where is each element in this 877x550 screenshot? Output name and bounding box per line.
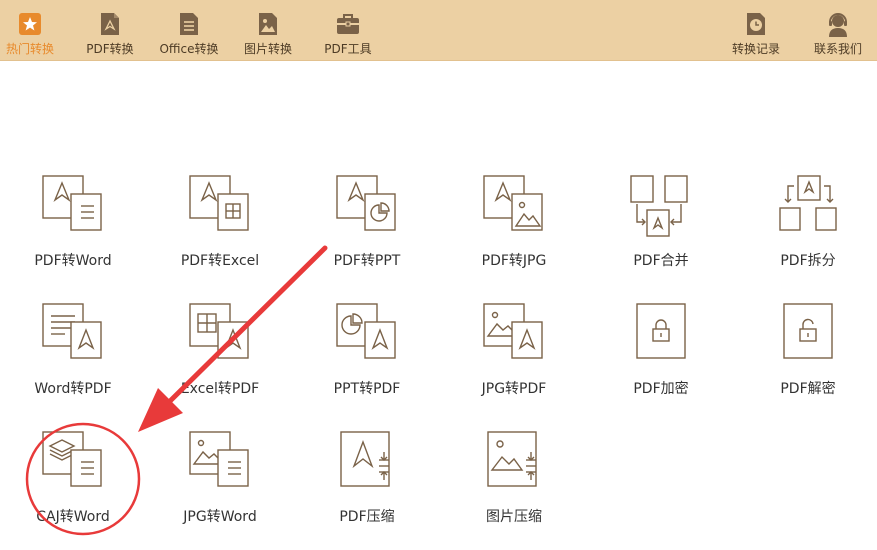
pdf-to-jpg-icon [483,175,543,231]
pdf-to-word-icon [42,175,102,231]
ppt-to-pdf-icon [336,303,396,359]
tile-label: PDF拆分 [780,253,836,269]
unlock-icon [783,303,833,359]
nav-image-conversion[interactable]: 图片转换 [240,0,296,60]
tile-label: PDF解密 [780,381,836,397]
nav-label: 热门转换 [5,42,54,56]
pdf-split-icon [779,175,837,231]
tile-pdf-encrypt[interactable]: PDF加密 [601,302,721,422]
nav-pdf-conversion[interactable]: PDF转换 [82,0,138,60]
top-nav-bar: 热门转换 PDF转换 Office转换 图片转换 PDF工具 转换记录 联系我们 [0,0,877,61]
tile-label: Word转PDF [34,381,112,397]
headset-icon [829,13,847,37]
tile-pdf-to-ppt[interactable]: PDF转PPT [307,174,427,294]
tile-pdf-compress[interactable]: PDF压缩 [307,430,427,550]
word-to-pdf-icon [42,303,102,359]
tile-pdf-to-jpg[interactable]: PDF转JPG [454,174,574,294]
tile-jpg-to-word[interactable]: JPG转Word [160,430,280,550]
star-icon [19,13,41,35]
tile-label: PPT转PDF [333,381,401,397]
lock-icon [636,303,686,359]
pdf-to-ppt-icon [336,175,396,231]
pdf-file-icon [101,13,119,35]
tile-label: JPG转PDF [481,381,547,397]
tile-label: PDF转JPG [481,253,547,269]
document-icon [180,13,198,35]
pdf-to-excel-icon [189,175,249,231]
jpg-to-pdf-icon [483,303,543,359]
tile-image-compress[interactable]: 图片压缩 [454,430,574,550]
clock-icon [747,13,765,35]
tile-label: 图片压缩 [486,509,542,525]
tile-pdf-to-excel[interactable]: PDF转Excel [160,174,280,294]
pdf-compress-icon [340,431,390,487]
tile-ppt-to-pdf[interactable]: PPT转PDF [307,302,427,422]
tile-caj-to-word[interactable]: CAJ转Word [13,430,133,550]
image-compress-icon [487,431,537,487]
nav-label: PDF工具 [324,42,372,56]
tile-label: PDF压缩 [339,509,395,525]
tile-word-to-pdf[interactable]: Word转PDF [13,302,133,422]
nav-label: 转换记录 [731,42,780,56]
nav-pdf-tools[interactable]: PDF工具 [320,0,376,60]
nav-office-conversion[interactable]: Office转换 [158,0,220,60]
tile-label: PDF转PPT [333,253,401,269]
nav-hot-conversion[interactable]: 热门转换 [2,0,58,60]
tile-jpg-to-pdf[interactable]: JPG转PDF [454,302,574,422]
caj-to-word-icon [42,431,102,487]
toolbox-icon [337,14,359,34]
nav-label: Office转换 [159,42,219,56]
tile-pdf-decrypt[interactable]: PDF解密 [748,302,868,422]
image-icon [259,13,277,35]
tile-label: CAJ转Word [36,509,110,525]
tile-label: PDF加密 [633,381,689,397]
tile-pdf-to-word[interactable]: PDF转Word [13,174,133,294]
tile-label: PDF转Excel [180,253,260,269]
nav-label: 图片转换 [243,42,292,56]
jpg-to-word-icon [189,431,249,487]
tile-pdf-merge[interactable]: PDF合并 [601,174,721,294]
tile-label: PDF合并 [633,253,689,269]
nav-contact[interactable]: 联系我们 [810,0,866,60]
nav-label: 联系我们 [813,42,862,56]
tile-label: Excel转PDF [180,381,260,397]
excel-to-pdf-icon [189,303,249,359]
pdf-merge-icon [630,175,688,237]
nav-history[interactable]: 转换记录 [728,0,784,60]
nav-label: PDF转换 [86,42,134,56]
tile-pdf-split[interactable]: PDF拆分 [748,174,868,294]
tile-label: JPG转Word [183,509,257,525]
tile-label: PDF转Word [34,253,112,269]
tile-excel-to-pdf[interactable]: Excel转PDF [160,302,280,422]
